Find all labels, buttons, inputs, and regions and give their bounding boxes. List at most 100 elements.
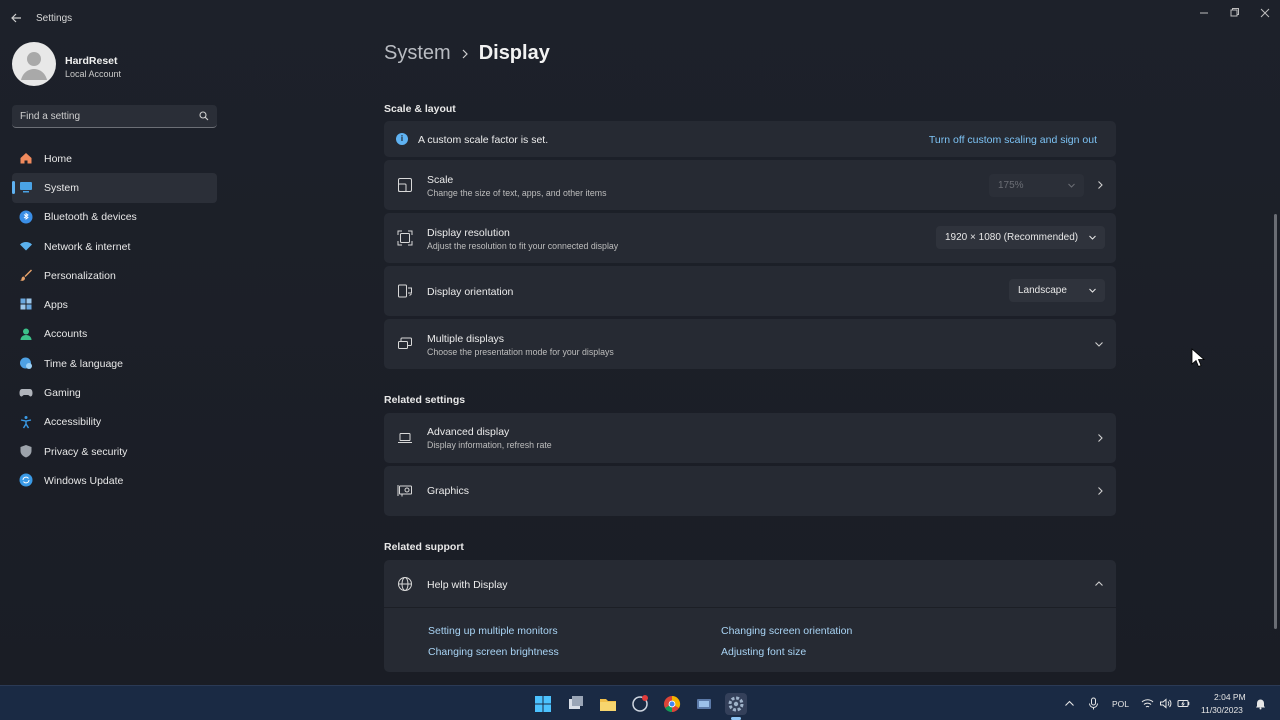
sidebar-item-windows-update[interactable]: Windows Update [12,466,217,495]
custom-scale-banner: i A custom scale factor is set. Turn off… [384,121,1116,157]
close-icon[interactable] [1258,6,1272,20]
clock-time[interactable]: 2:04 PM [1214,692,1246,702]
chevron-down-icon [1089,288,1096,293]
sidebar-item-label: Apps [44,299,68,312]
sidebar-item-label: Privacy & security [44,445,128,458]
clock-date[interactable]: 11/30/2023 [1201,705,1243,715]
graphics-card-icon [397,485,412,497]
chevron-down-icon[interactable] [1094,339,1104,349]
sidebar-item-gaming[interactable]: Gaming [12,378,217,407]
shield-icon [20,444,32,458]
display-resolution-row: Display resolution Adjust the resolution… [384,213,1116,263]
back-arrow-icon[interactable] [8,9,26,27]
file-explorer-icon[interactable] [597,693,619,715]
person-icon [20,328,32,340]
resolution-icon [397,230,413,246]
help-link-multiple-monitors[interactable]: Setting up multiple monitors [428,625,558,637]
sidebar-item-system[interactable]: System [12,173,217,203]
settings-taskbar-button[interactable] [725,693,747,715]
sidebar-item-home[interactable]: Home [12,144,217,173]
globe-clock-icon [20,357,32,370]
breadcrumb-system[interactable]: System [384,42,451,65]
sidebar-item-label: System [44,181,80,194]
sidebar-item-network[interactable]: Network & internet [12,232,217,261]
orientation-dropdown[interactable]: Landscape [1009,279,1105,302]
notification-bell-icon[interactable] [1254,697,1267,710]
sidebar-item-label: Home [44,152,73,165]
home-icon [20,153,32,164]
multiple-displays-sub: Choose the presentation mode for your di… [427,347,614,357]
monitor-icon [20,182,32,193]
scale-row[interactable]: Scale Change the size of text, apps, and… [384,160,1116,210]
user-silhouette-icon [21,52,47,80]
info-icon: i [396,133,408,145]
help-link-screen-brightness[interactable]: Changing screen brightness [428,646,559,658]
orientation-icon [398,284,412,298]
orientation-title: Display orientation [427,286,514,298]
chevron-right-icon[interactable] [1095,180,1105,190]
volume-icon[interactable] [1159,697,1172,710]
orientation-value: Landscape [1018,285,1067,296]
display-orientation-row: Display orientation Landscape [384,266,1116,316]
avatar[interactable] [12,42,56,86]
sidebar-nav: Home System Bluetooth & devices Network … [12,144,217,496]
app-icon-2[interactable] [693,693,715,715]
sidebar-item-label: Gaming [44,387,81,400]
title-bar: Settings [0,0,1280,36]
battery-icon[interactable] [1177,697,1190,710]
minimize-icon[interactable] [1197,6,1211,20]
windows-start-icon[interactable] [532,693,554,715]
sidebar-item-accessibility[interactable]: Accessibility [12,408,217,437]
accessibility-icon [20,415,32,429]
sidebar-item-label: Accounts [44,328,88,341]
brush-icon [20,269,32,282]
scrollbar[interactable] [1274,214,1277,629]
chevron-right-icon [462,49,468,58]
sidebar-item-apps[interactable]: Apps [12,290,217,319]
section-related-settings: Related settings [384,394,466,406]
chevron-up-icon [1095,581,1103,586]
resize-icon [398,178,412,192]
graphics-row[interactable]: Graphics [384,466,1116,516]
sidebar-item-time-language[interactable]: Time & language [12,349,217,378]
wifi-icon[interactable] [1141,697,1154,710]
chevron-up-icon[interactable] [1063,697,1076,710]
advanced-display-row[interactable]: Advanced display Display information, re… [384,413,1116,463]
sidebar-item-bluetooth[interactable]: Bluetooth & devices [12,203,217,232]
help-link-screen-orientation[interactable]: Changing screen orientation [721,625,852,637]
turn-off-custom-scaling-link[interactable]: Turn off custom scaling and sign out [929,134,1097,146]
help-link-font-size[interactable]: Adjusting font size [721,646,806,658]
multiple-displays-row[interactable]: Multiple displays Choose the presentatio… [384,319,1116,369]
restore-icon[interactable] [1227,6,1241,20]
search-icon[interactable] [199,111,209,121]
update-icon [19,473,33,487]
task-view-icon[interactable] [565,693,587,715]
sidebar-item-privacy[interactable]: Privacy & security [12,437,217,466]
sidebar-item-label: Time & language [44,357,123,370]
user-name: HardReset [65,55,118,67]
search-box[interactable] [12,105,217,128]
chevron-right-icon [1098,487,1103,495]
sidebar-item-label: Accessibility [44,416,102,429]
microphone-icon[interactable] [1087,697,1100,710]
sidebar-item-accounts[interactable]: Accounts [12,320,217,349]
scale-title: Scale [427,174,454,186]
advanced-display-sub: Display information, refresh rate [427,440,552,450]
language-indicator[interactable]: POL [1112,699,1129,709]
app-icon[interactable] [629,693,651,715]
chevron-down-icon [1089,235,1096,240]
resolution-dropdown[interactable]: 1920 × 1080 (Recommended) [936,226,1105,249]
advanced-display-title: Advanced display [427,426,510,438]
settings-icon [728,696,744,712]
bluetooth-icon [19,210,33,224]
help-with-display-title: Help with Display [427,579,508,591]
search-input[interactable] [20,109,190,124]
chevron-down-icon [1068,183,1075,188]
app-title: Settings [36,13,73,24]
settings-window: Settings HardReset Local Account Home Sy… [0,0,1280,685]
chrome-icon[interactable] [661,693,683,715]
help-with-display-header[interactable]: Help with Display [384,560,1116,608]
chevron-right-icon [1098,434,1103,442]
sidebar-item-personalization[interactable]: Personalization [12,261,217,290]
scale-value: 175% [998,180,1024,191]
